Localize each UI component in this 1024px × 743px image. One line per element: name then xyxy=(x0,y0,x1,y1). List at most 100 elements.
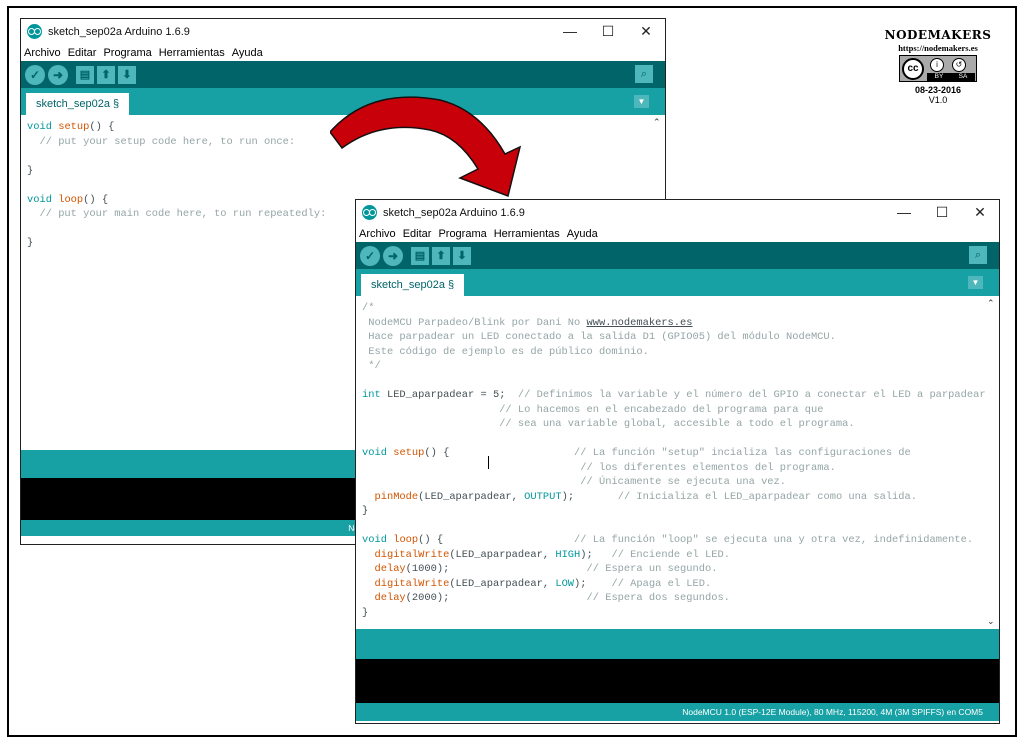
code-token: (LED_aparpadear, xyxy=(418,490,525,503)
code-token: } xyxy=(27,237,34,249)
code-editor[interactable]: /* NodeMCU Parpadeo/Blink por Dani No ww… xyxy=(356,296,999,629)
code-line: pinMode(LED_aparpadear, OUTPUT); // Inic… xyxy=(362,490,999,505)
code-token: // put your main code here, to run repea… xyxy=(39,208,327,220)
code-token: // Espera dos segundos. xyxy=(586,592,730,604)
code-line: // Lo hacemos en el encabezado del progr… xyxy=(362,403,999,418)
menu-programa[interactable]: Programa xyxy=(438,228,486,240)
code-token: Este código de ejemplo es de público dom… xyxy=(362,345,649,358)
code-token: // La función "loop" se ejecuta una y ot… xyxy=(574,534,974,546)
code-line: */ xyxy=(362,359,999,374)
code-token: // La función "setup" incializa las conf… xyxy=(574,447,911,459)
logo-name: NODEMAKERS xyxy=(884,28,992,42)
tab-sketch[interactable]: sketch_sep02a § xyxy=(26,93,130,115)
code-token: () { xyxy=(89,121,115,133)
code-line: void setup() { // La función "setup" inc… xyxy=(362,446,999,461)
logo-date: 08-23-2016 xyxy=(914,85,962,95)
code-token: } xyxy=(27,164,34,177)
menu-herramientas[interactable]: Herramientas xyxy=(159,47,225,59)
code-line: digitalWrite(LED_aparpadear, LOW); // Ap… xyxy=(362,577,999,592)
cc-license-badge: cc i ↺ BY SA xyxy=(899,55,977,82)
logo-url: https://nodemakers.es xyxy=(898,43,978,53)
serial-monitor-icon[interactable]: ⌕ xyxy=(969,246,987,264)
code-token: (LED_aparpadear, xyxy=(449,548,556,561)
code-token: pinMode xyxy=(374,490,419,503)
menu-programa[interactable]: Programa xyxy=(103,47,151,59)
open-icon[interactable]: ⬆ xyxy=(432,246,450,265)
minimize-button[interactable]: — xyxy=(551,19,589,44)
new-icon[interactable]: ▤ xyxy=(411,246,429,265)
menu-editar[interactable]: Editar xyxy=(68,47,97,59)
maximize-button[interactable]: ☐ xyxy=(923,200,961,225)
serial-monitor-icon[interactable]: ⌕ xyxy=(635,65,653,83)
console-output xyxy=(356,659,999,703)
menu-ayuda[interactable]: Ayuda xyxy=(232,47,263,59)
code-token: digitalWrite xyxy=(374,577,450,590)
tab-sketch[interactable]: sketch_sep02a § xyxy=(361,274,465,296)
code-token: } xyxy=(362,606,369,619)
menu-editar[interactable]: Editar xyxy=(403,228,432,240)
upload-icon[interactable]: ➜ xyxy=(383,245,403,266)
code-token: // put your setup code here, to run once… xyxy=(39,135,296,148)
verify-icon[interactable]: ✓ xyxy=(360,245,380,266)
close-button[interactable]: ✕ xyxy=(627,19,665,44)
code-token: delay xyxy=(374,563,406,575)
menu-archivo[interactable]: Archivo xyxy=(359,228,396,240)
code-token: LOW xyxy=(555,577,575,590)
minimize-button[interactable]: — xyxy=(885,200,923,225)
window-title: sketch_sep02a Arduino 1.6.9 xyxy=(383,206,525,219)
code-line: ​ xyxy=(362,374,999,389)
close-button[interactable]: ✕ xyxy=(961,200,999,225)
code-token: setup xyxy=(393,447,425,459)
window-title: sketch_sep02a Arduino 1.6.9 xyxy=(48,25,190,38)
menu-ayuda[interactable]: Ayuda xyxy=(567,228,598,240)
new-icon[interactable]: ▤ xyxy=(76,65,94,84)
code-line: // sea una variable global, accesible a … xyxy=(362,417,999,432)
code-line: Hace parpadear un LED conectado a la sal… xyxy=(362,330,999,345)
save-icon[interactable]: ⬇ xyxy=(118,65,136,84)
vertical-scrollbar[interactable]: ⌃ ⌄ xyxy=(986,296,999,629)
code-line: digitalWrite(LED_aparpadear, HIGH); // E… xyxy=(362,548,999,563)
code-token: ); xyxy=(561,490,618,503)
code-token: ); xyxy=(580,548,612,561)
code-token: void xyxy=(362,447,387,459)
code-token: loop xyxy=(58,193,84,206)
verify-icon[interactable]: ✓ xyxy=(25,64,45,85)
menu-archivo[interactable]: Archivo xyxy=(24,47,61,59)
code-token: /* xyxy=(362,302,375,314)
save-icon[interactable]: ⬇ xyxy=(453,246,471,265)
code-token: LED_aparpadear = 5; xyxy=(380,389,518,401)
scroll-up-icon[interactable]: ⌃ xyxy=(987,298,995,309)
open-icon[interactable]: ⬆ xyxy=(97,65,115,84)
code-token: (1000); xyxy=(405,563,587,575)
code-line: } xyxy=(362,504,999,519)
code-token: // sea una variable global, accesible a … xyxy=(499,418,855,430)
code-line: // los diferentes elementos del programa… xyxy=(362,461,999,476)
code-line: /* xyxy=(362,301,999,316)
cc-labels: BY SA xyxy=(927,73,975,81)
code-text[interactable]: /* NodeMCU Parpadeo/Blink por Dani No ww… xyxy=(356,296,999,620)
tab-menu-icon[interactable]: ▼ xyxy=(968,276,983,289)
scroll-down-icon[interactable]: ⌄ xyxy=(987,616,995,627)
code-token: void xyxy=(27,121,52,133)
tab-menu-icon[interactable]: ▼ xyxy=(634,95,649,108)
code-token: () { xyxy=(418,534,575,546)
upload-icon[interactable]: ➜ xyxy=(48,64,68,85)
maximize-button[interactable]: ☐ xyxy=(589,19,627,44)
scroll-up-icon[interactable]: ⌃ xyxy=(653,117,661,128)
code-token: // Espera un segundo. xyxy=(586,563,718,575)
cc-sa-label: SA xyxy=(958,73,968,80)
cc-by-label: BY xyxy=(934,73,944,80)
menu-herramientas[interactable]: Herramientas xyxy=(494,228,560,240)
code-token: */ xyxy=(362,360,381,372)
code-line: delay(1000); // Espera un segundo. xyxy=(362,562,999,577)
toolbar: ✓ ➜ ▤ ⬆ ⬇ ⌕ xyxy=(356,242,999,269)
code-token: // Únicamente se ejecuta una vez. xyxy=(580,476,787,488)
code-token: // Apaga el LED. xyxy=(611,577,712,590)
